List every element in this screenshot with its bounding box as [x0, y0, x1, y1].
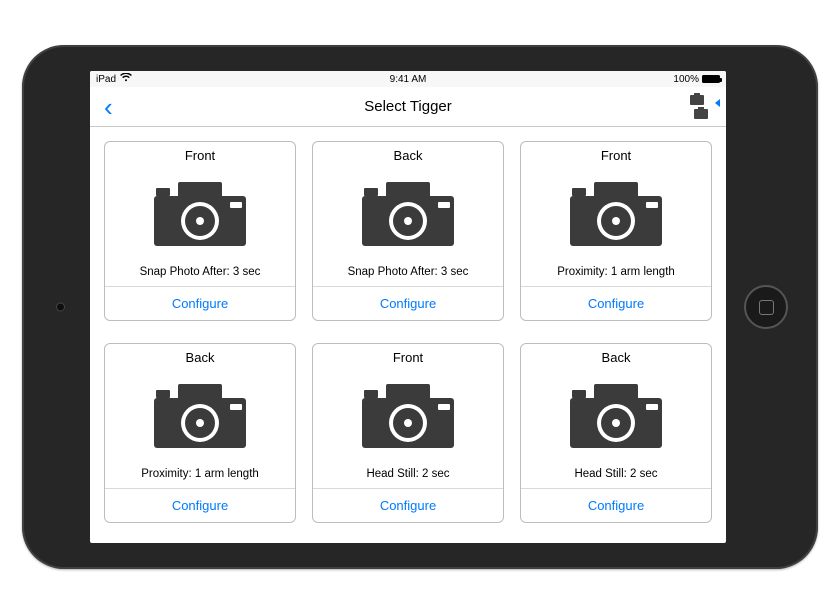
card-desc: Proximity: 1 arm length	[105, 464, 295, 489]
card-title: Back	[521, 344, 711, 367]
camera-icon	[521, 165, 711, 262]
camera-icon	[694, 109, 708, 119]
card-title: Back	[313, 142, 503, 165]
trigger-card[interactable]: Back Snap Photo After: 3 sec Configure	[312, 141, 504, 321]
ipad-frame: iPad 9:41 AM 100% ‹ Select Tigger	[22, 45, 818, 569]
card-title: Front	[105, 142, 295, 165]
card-desc: Proximity: 1 arm length	[521, 262, 711, 287]
card-desc: Snap Photo After: 3 sec	[313, 262, 503, 287]
card-desc: Head Still: 2 sec	[521, 464, 711, 489]
configure-button[interactable]: Configure	[105, 287, 295, 320]
card-desc: Head Still: 2 sec	[313, 464, 503, 489]
swap-arrow-icon	[715, 99, 720, 107]
card-title: Back	[105, 344, 295, 367]
wifi-icon	[120, 73, 132, 85]
battery-icon	[702, 75, 720, 83]
camera-icon	[521, 367, 711, 464]
camera-icon	[313, 367, 503, 464]
screen: iPad 9:41 AM 100% ‹ Select Tigger	[90, 71, 726, 543]
camera-icon	[690, 95, 704, 105]
trigger-card[interactable]: Front Proximity: 1 arm length Configure	[520, 141, 712, 321]
configure-button[interactable]: Configure	[313, 287, 503, 320]
configure-button[interactable]: Configure	[521, 489, 711, 522]
status-bar: iPad 9:41 AM 100%	[90, 71, 726, 87]
trigger-card[interactable]: Back Proximity: 1 arm length Configure	[104, 343, 296, 523]
configure-button[interactable]: Configure	[521, 287, 711, 320]
card-desc: Snap Photo After: 3 sec	[105, 262, 295, 287]
status-time: 9:41 AM	[390, 74, 427, 85]
trigger-card[interactable]: Back Head Still: 2 sec Configure	[520, 343, 712, 523]
trigger-grid: Front Snap Photo After: 3 sec Configure …	[90, 127, 726, 543]
camera-icon	[313, 165, 503, 262]
status-left: iPad	[96, 73, 132, 85]
back-button[interactable]: ‹	[98, 94, 119, 120]
trigger-card[interactable]: Front Head Still: 2 sec Configure	[312, 343, 504, 523]
status-right: 100%	[673, 74, 720, 85]
swap-camera-button[interactable]	[690, 95, 718, 119]
nav-bar: ‹ Select Tigger	[90, 87, 726, 127]
configure-button[interactable]: Configure	[313, 489, 503, 522]
trigger-card[interactable]: Front Snap Photo After: 3 sec Configure	[104, 141, 296, 321]
carrier-label: iPad	[96, 74, 116, 85]
card-title: Front	[521, 142, 711, 165]
battery-pct: 100%	[673, 74, 699, 85]
camera-icon	[105, 165, 295, 262]
configure-button[interactable]: Configure	[105, 489, 295, 522]
camera-icon	[105, 367, 295, 464]
device-front-camera	[56, 303, 65, 312]
card-title: Front	[313, 344, 503, 367]
page-title: Select Tigger	[364, 98, 452, 115]
home-button[interactable]	[744, 285, 788, 329]
